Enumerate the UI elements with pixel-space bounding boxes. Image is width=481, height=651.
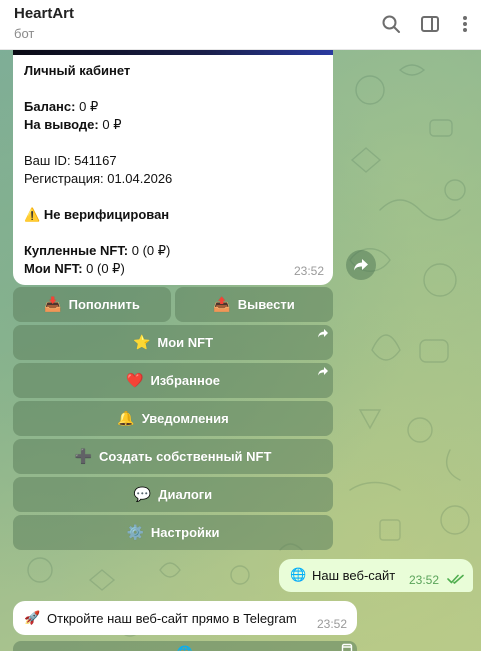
message-time: 23:52 — [293, 264, 324, 278]
warning-icon: ⚠️ — [24, 207, 41, 222]
withdraw-line: На выводе: 0 ₽ — [24, 116, 322, 134]
settings-label: Настройки — [150, 525, 220, 540]
sidebar-panel-icon[interactable] — [418, 12, 442, 36]
star-icon: ⭐ — [132, 334, 151, 350]
bought-nft-line: Купленные NFT: 0 (0 ₽) — [24, 242, 322, 260]
outgoing-message-text: Наш веб-сайт — [312, 568, 396, 583]
switch-inline-arrow-icon — [318, 329, 328, 338]
my-nft-button[interactable]: ⭐ Мои NFT — [13, 325, 333, 360]
incoming-message-bubble: 🚀 Откройте наш веб-сайт прямо в Telegram… — [13, 601, 357, 635]
balance-line: Баланс: 0 ₽ — [24, 98, 322, 116]
notifications-label: Уведомления — [141, 411, 229, 426]
outgoing-message-time: 23:52 — [409, 573, 440, 587]
speech-bubble-icon: 💬 — [133, 486, 152, 502]
balance-label: Баланс: — [24, 99, 76, 114]
withdraw-value: 0 ₽ — [98, 117, 122, 132]
bought-nft-label: Купленные NFT: — [24, 243, 129, 258]
balance-value: 0 ₽ — [75, 99, 99, 114]
user-id: Ваш ID: 541167 — [24, 153, 117, 168]
forward-arrow-icon — [354, 259, 368, 271]
forward-button[interactable] — [346, 250, 376, 280]
my-nft-value: 0 (0 ₽) — [82, 261, 125, 276]
withdraw-label: На выводе: — [24, 117, 99, 132]
my-nft-line: Мои NFT: 0 (0 ₽) — [24, 260, 322, 278]
topup-label: Пополнить — [68, 297, 140, 312]
chat-subtitle: бот — [14, 26, 35, 41]
dialogs-button[interactable]: 💬 Диалоги — [13, 477, 333, 512]
profile-message-bubble: Личный кабинет Баланс: 0 ₽ На выводе: 0 … — [13, 50, 333, 285]
webapp-window-icon — [341, 643, 353, 651]
switch-inline-arrow-icon — [318, 367, 328, 376]
notifications-button[interactable]: 🔔 Уведомления — [13, 401, 333, 436]
plus-icon: ➕ — [74, 448, 92, 464]
gear-icon: ⚙️ — [126, 524, 144, 540]
bought-nft-value: 0 (0 ₽) — [128, 243, 171, 258]
my-nft-button-label: Мои NFT — [157, 335, 214, 350]
webapp-button-partial[interactable]: 🌐 — [13, 641, 357, 651]
topup-button[interactable]: 📥 Пополнить — [13, 287, 171, 322]
more-vertical-icon[interactable] — [453, 12, 477, 36]
chat-header: HeartArt бот — [0, 0, 481, 50]
incoming-message-time: 23:52 — [317, 617, 348, 631]
heart-icon: ❤️ — [126, 372, 144, 388]
withdraw-button[interactable]: 📤 Вывести — [175, 287, 333, 322]
dialogs-label: Диалоги — [158, 487, 213, 502]
withdraw-label: Вывести — [237, 297, 295, 312]
globe-icon: 🌐 — [177, 645, 193, 651]
globe-icon: 🌐 — [290, 567, 307, 582]
search-icon[interactable] — [379, 12, 403, 36]
chat-title[interactable]: HeartArt — [14, 5, 74, 22]
outbox-tray-icon: 📤 — [213, 296, 231, 312]
bell-icon: 🔔 — [117, 410, 135, 426]
create-nft-button[interactable]: ➕ Создать собственный NFT — [13, 439, 333, 474]
outgoing-message-bubble: 🌐 Наш веб-сайт 23:52 — [279, 559, 473, 592]
verification-text: Не верифицирован — [43, 207, 170, 222]
favorites-button[interactable]: ❤️ Избранное — [13, 363, 333, 398]
favorites-label: Избранное — [150, 373, 220, 388]
my-nft-label: Мои NFT: — [24, 261, 83, 276]
verification-status: ⚠️ Не верифицирован — [24, 206, 322, 224]
create-nft-label: Создать собственный NFT — [99, 449, 272, 464]
registration-date: Регистрация: 01.04.2026 — [24, 171, 173, 186]
settings-button[interactable]: ⚙️ Настройки — [13, 515, 333, 550]
profile-heading: Личный кабинет — [24, 63, 131, 78]
rocket-icon: 🚀 — [24, 610, 41, 625]
message-media-strip — [13, 50, 333, 55]
inbox-tray-icon: 📥 — [44, 296, 62, 312]
incoming-message-text: Откройте наш веб-сайт прямо в Telegram — [47, 611, 297, 626]
read-checkmarks-icon — [447, 574, 464, 584]
